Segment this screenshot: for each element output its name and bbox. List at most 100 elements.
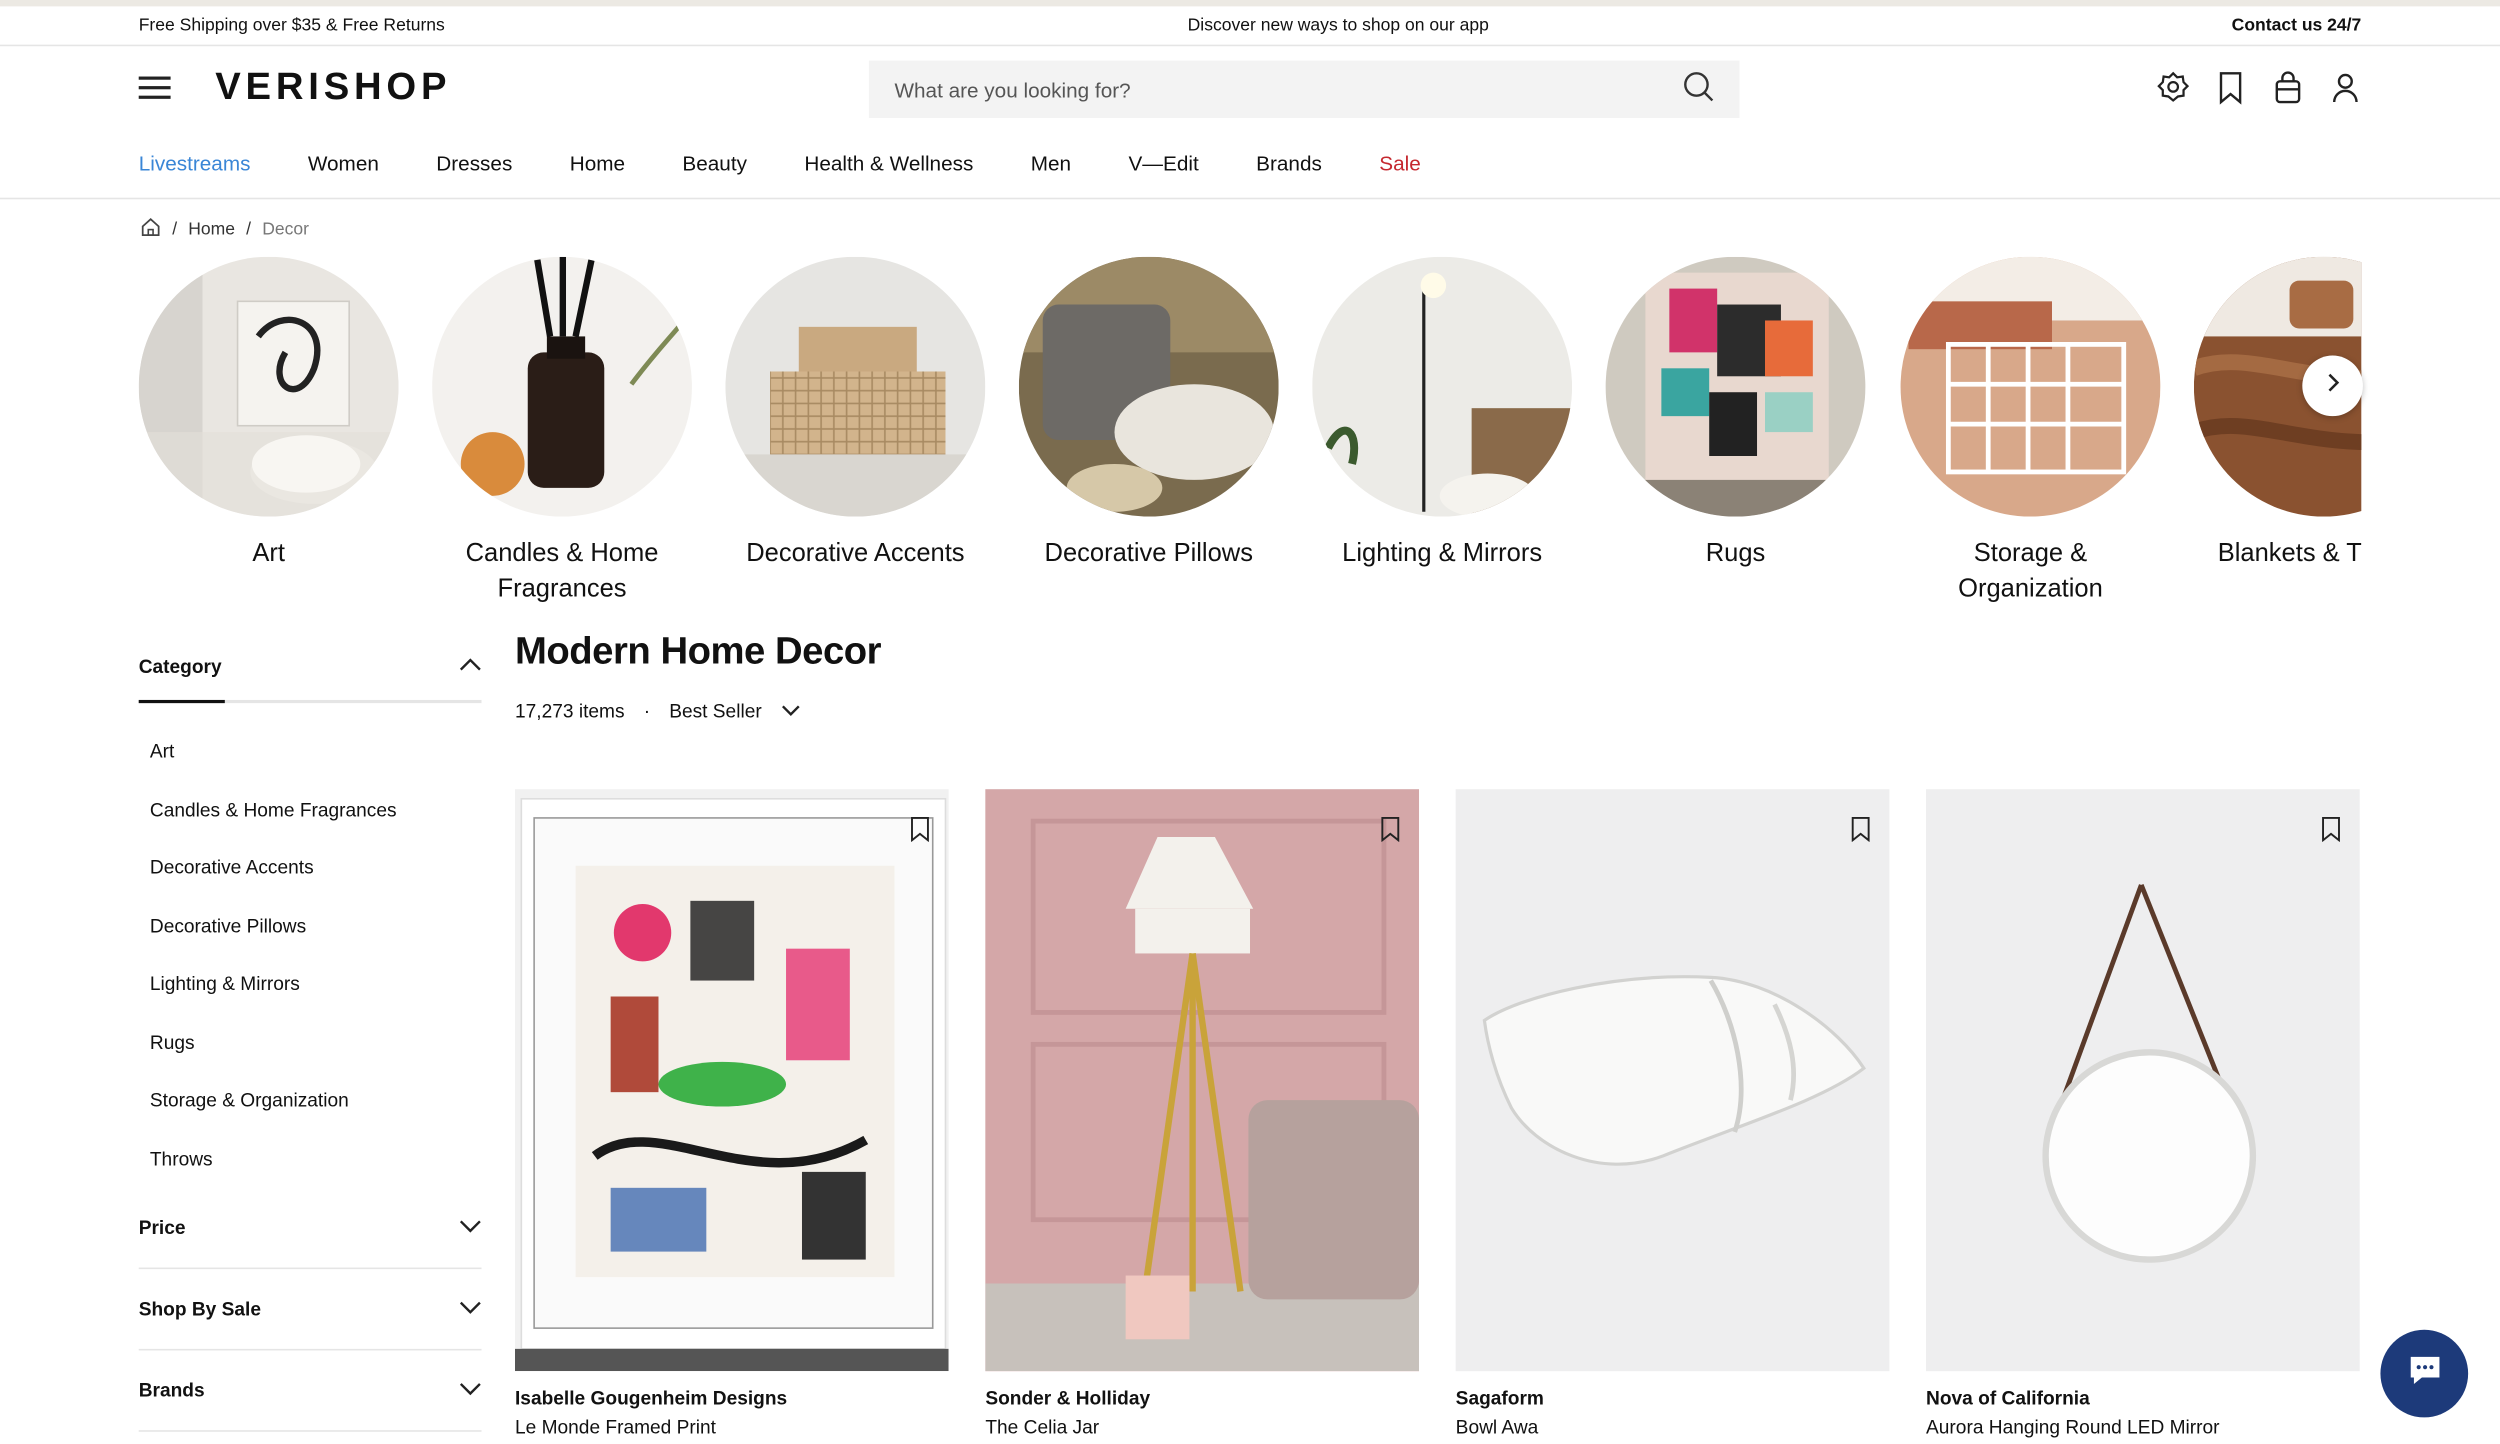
nav-dresses[interactable]: Dresses [436, 151, 512, 175]
category-label[interactable]: Candles & Home Fragrances [432, 537, 692, 607]
bookmark-icon[interactable] [909, 816, 931, 843]
breadcrumb-home[interactable]: Home [188, 220, 235, 239]
category-lighting-mirrors-image[interactable] [1312, 256, 1573, 517]
product-brand[interactable]: Sonder & Holliday [985, 1387, 1419, 1409]
nav-home[interactable]: Home [570, 151, 625, 175]
category-label[interactable]: Decorative Pillows [1019, 537, 1279, 572]
product-brand[interactable]: Nova of California [1926, 1387, 2360, 1409]
product-name[interactable]: The Celia Jar [985, 1416, 1419, 1438]
chevron-down-icon[interactable] [459, 1379, 481, 1401]
chevron-right-icon[interactable] [2321, 371, 2343, 401]
category-storage[interactable]: Storage & Organization [1900, 256, 2161, 608]
account-icon[interactable] [2328, 70, 2363, 105]
bag-icon[interactable] [2270, 70, 2305, 105]
category-filter-title[interactable]: Category [139, 655, 222, 677]
category-carousel: Art Candles & Home Fragrances Decorative… [138, 256, 2362, 616]
nav-v-edit[interactable]: V—Edit [1128, 151, 1198, 175]
nav-men[interactable]: Men [1031, 151, 1071, 175]
category-label[interactable]: Art [139, 537, 399, 572]
chat-button[interactable] [2380, 1329, 2469, 1418]
carousel-next-button[interactable] [2302, 355, 2363, 417]
category-filter-header[interactable]: Category [139, 646, 482, 687]
category-rugs[interactable]: Rugs [1605, 256, 1866, 573]
category-decorative-accents-image[interactable] [725, 256, 986, 517]
promo-shipping: Free Shipping over $35 & Free Returns [138, 15, 445, 36]
filter-item-decorative-pillows[interactable]: Decorative Pillows [150, 897, 482, 955]
chat-icon[interactable] [2405, 1352, 2443, 1395]
product-image[interactable] [1455, 789, 1890, 1372]
product-listing-header: Modern Home Decor 17,273 items · Best Se… [514, 629, 882, 722]
chevron-up-icon[interactable] [459, 655, 481, 677]
category-rugs-image[interactable] [1605, 256, 1866, 517]
filter-section-title[interactable]: Brands [139, 1379, 205, 1401]
product-image[interactable] [514, 789, 949, 1372]
search-bar[interactable] [868, 60, 1740, 118]
filter-item-throws[interactable]: Throws [150, 1130, 482, 1188]
search-input[interactable] [894, 77, 1683, 102]
product-card[interactable]: Sagaform Bowl Awa [1455, 789, 1890, 1438]
product-brand[interactable]: Sagaform [1456, 1387, 1890, 1409]
product-image[interactable] [985, 789, 1420, 1372]
chevron-down-icon[interactable] [781, 700, 800, 722]
nav-women[interactable]: Women [308, 151, 379, 175]
product-brand[interactable]: Isabelle Gougenheim Designs [515, 1387, 949, 1409]
product-name[interactable]: Le Monde Framed Print [515, 1416, 949, 1438]
product-card[interactable]: Nova of California Aurora Hanging Round … [1926, 789, 2360, 1438]
site-logo[interactable]: VERISHOP [215, 65, 451, 110]
nav-brands[interactable]: Brands [1256, 151, 1322, 175]
main-nav: Livestreams Women Dresses Home Beauty He… [0, 129, 2500, 200]
sort-select[interactable]: Best Seller [669, 700, 762, 722]
filter-section-price[interactable]: Price [138, 1188, 482, 1270]
category-candles[interactable]: Candles & Home Fragrances [432, 256, 692, 608]
meta-separator: · [643, 699, 651, 723]
category-storage-image[interactable] [1900, 256, 2161, 517]
promo-app[interactable]: Discover new ways to shop on our app [1188, 16, 1489, 35]
nav-livestreams[interactable]: Livestreams [139, 151, 251, 175]
nav-beauty[interactable]: Beauty [682, 151, 747, 175]
nav-sale[interactable]: Sale [1379, 151, 1421, 175]
bookmark-icon[interactable] [1379, 816, 1401, 843]
filter-item-storage[interactable]: Storage & Organization [150, 1071, 482, 1129]
filter-item-rugs[interactable]: Rugs [150, 1013, 482, 1071]
contact-link[interactable]: Contact us 24/7 [2232, 16, 2362, 35]
breadcrumb-separator: / [246, 220, 252, 240]
product-name[interactable]: Bowl Awa [1456, 1416, 1890, 1438]
badge-icon[interactable] [2156, 70, 2191, 105]
category-decorative-pillows-image[interactable] [1018, 256, 1279, 517]
category-decorative-accents[interactable]: Decorative Accents [725, 256, 986, 573]
category-label[interactable]: Decorative Accents [725, 537, 985, 572]
search-icon[interactable] [1682, 69, 1714, 109]
bookmark-icon[interactable] [1850, 816, 1872, 843]
bookmark-icon[interactable] [2320, 816, 2342, 843]
product-image[interactable] [1926, 789, 2360, 1372]
filter-item-decorative-accents[interactable]: Decorative Accents [150, 839, 482, 897]
chevron-down-icon[interactable] [459, 1298, 481, 1320]
nav-health-wellness[interactable]: Health & Wellness [804, 151, 973, 175]
chevron-down-icon[interactable] [459, 1217, 481, 1239]
category-lighting-mirrors[interactable]: Lighting & Mirrors [1312, 256, 1573, 573]
category-label[interactable]: Storage & Organization [1901, 537, 2161, 607]
home-icon[interactable] [140, 217, 161, 243]
listing-meta: 17,273 items · Best Seller [515, 700, 881, 722]
category-label[interactable]: Blankets & Throws [2194, 537, 2362, 572]
category-candles-image[interactable] [432, 256, 692, 517]
category-filter-underline [138, 699, 482, 704]
filter-section-brands[interactable]: Brands [138, 1350, 482, 1432]
filter-section-title[interactable]: Price [139, 1217, 186, 1239]
category-art-image[interactable] [138, 256, 399, 517]
filter-item-candles[interactable]: Candles & Home Fragrances [150, 780, 482, 838]
product-card[interactable]: Sonder & Holliday The Celia Jar [985, 789, 1420, 1438]
filter-item-art[interactable]: Art [150, 722, 482, 780]
filter-item-lighting-mirrors[interactable]: Lighting & Mirrors [150, 955, 482, 1013]
filter-section-shop-by-sale[interactable]: Shop By Sale [138, 1269, 482, 1351]
product-card[interactable]: Isabelle Gougenheim Designs Le Monde Fra… [514, 789, 949, 1438]
menu-icon[interactable] [138, 76, 171, 99]
category-label[interactable]: Lighting & Mirrors [1312, 537, 1572, 572]
bookmark-icon[interactable] [2213, 70, 2248, 105]
category-art[interactable]: Art [138, 256, 399, 573]
category-decorative-pillows[interactable]: Decorative Pillows [1018, 256, 1279, 573]
product-name[interactable]: Aurora Hanging Round LED Mirror [1926, 1416, 2360, 1438]
page-title: Modern Home Decor [514, 629, 882, 673]
category-label[interactable]: Rugs [1606, 537, 1866, 572]
filter-section-title[interactable]: Shop By Sale [139, 1298, 261, 1320]
